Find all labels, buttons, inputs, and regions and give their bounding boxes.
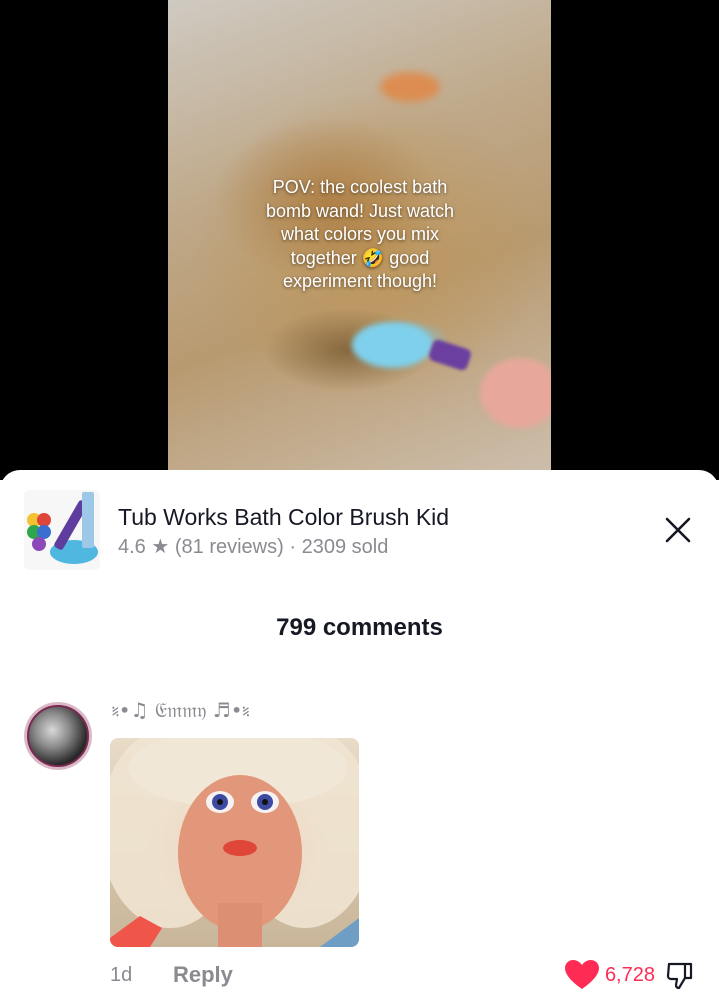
product-sold: 2309 sold	[301, 536, 389, 558]
video-brush-handle	[427, 338, 473, 372]
caption-line: what colors you mix	[280, 224, 440, 244]
caption-line: POV: the coolest bath	[272, 177, 448, 197]
video-blob	[380, 72, 440, 102]
close-icon	[665, 517, 691, 543]
comment-timestamp: 1d	[110, 964, 133, 986]
avatar[interactable]	[24, 702, 92, 770]
heart-icon	[564, 960, 599, 989]
comments-count: 799 comments	[276, 614, 443, 641]
product-rating: 4.6 ★	[118, 536, 170, 558]
comment-actions: 1d Reply 6,728	[110, 958, 695, 994]
caption-line: together 🤣 good	[290, 247, 430, 268]
video-player[interactable]: POV: the coolest bath bomb wand! Just wa…	[0, 0, 719, 480]
comment-item: ⹏•♫ 𝔈𝔪𝔪𝔶 ♬•⹏ 1d Reply 6,728	[24, 694, 695, 1000]
video-finger	[480, 358, 551, 428]
product-card[interactable]: Tub Works Bath Color Brush Kid 4.6 ★ (81…	[24, 490, 694, 570]
thumbs-down-icon	[666, 962, 693, 990]
avatar-image	[27, 705, 89, 767]
comment-gif-image[interactable]	[110, 738, 359, 947]
dislike-button[interactable]	[665, 960, 695, 990]
like-button[interactable]: 6,728	[564, 960, 655, 990]
comments-sheet: Tub Works Bath Color Brush Kid 4.6 ★ (81…	[0, 470, 719, 1000]
video-brush	[352, 322, 432, 368]
close-button[interactable]	[662, 514, 694, 546]
meta-separator: ·	[289, 536, 297, 558]
product-reviews: (81 reviews)	[174, 536, 284, 558]
product-title[interactable]: Tub Works Bath Color Brush Kid	[118, 504, 449, 531]
product-thumbnail-image[interactable]	[24, 490, 100, 570]
reply-button[interactable]: Reply	[173, 962, 233, 988]
video-caption: POV: the coolest bath bomb wand! Just wa…	[230, 176, 490, 294]
like-count: 6,728	[604, 963, 655, 986]
caption-line: bomb wand! Just watch	[265, 200, 455, 221]
product-meta: 4.6 ★ (81 reviews) · 2309 sold	[118, 534, 388, 559]
comment-username[interactable]: ⹏•♫ 𝔈𝔪𝔪𝔶 ♬•⹏	[112, 696, 249, 723]
caption-line: experiment though!	[282, 271, 438, 291]
